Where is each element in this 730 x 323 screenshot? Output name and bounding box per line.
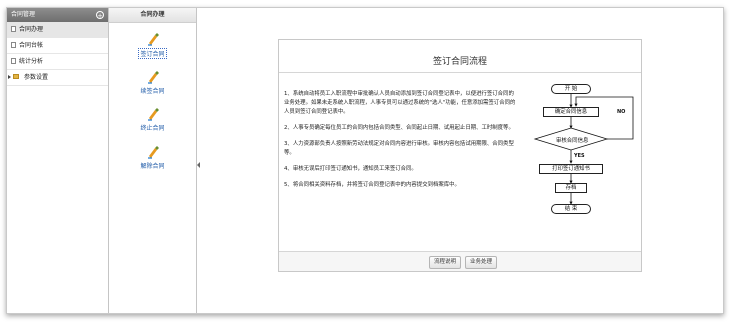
sidebar: 合同管理 + 合同办理 合同台帐 统计分析 参数设置 bbox=[7, 8, 109, 313]
action-label: 续签合同 bbox=[140, 88, 165, 95]
process-step: 2、人事专员确定每位员工的合同内包括合同类型、合同起止日期、试用起止日期、工时制… bbox=[284, 125, 514, 131]
expand-arrow-icon[interactable] bbox=[8, 75, 11, 79]
flow-print-step: 打印签订通知书 bbox=[539, 164, 603, 174]
process-step: 3、人力资源部负责人按照新劳动法规定对合同内容进行审核。审核内容包括试用期限、合… bbox=[284, 141, 514, 156]
action-label: 解除合同 bbox=[140, 163, 165, 170]
process-step: 4、审核无误后打印签订通知书，通知员工来签订合同。 bbox=[284, 166, 417, 172]
pen-icon bbox=[147, 146, 159, 159]
document-icon bbox=[11, 42, 16, 48]
sidebar-item-parameter-settings[interactable]: 参数设置 bbox=[7, 70, 108, 86]
process-step: 5、将合同相关资料存档，并将签订合同登记表中的内容提交到档案库中。 bbox=[284, 182, 460, 188]
sidebar-item-label: 合同台帐 bbox=[19, 42, 44, 49]
sign-contract-action[interactable]: 签订合同 bbox=[109, 32, 196, 59]
contract-actions-panel: 合同办理 签订合同 续签合同 终止合同 解除合同 bbox=[109, 8, 197, 313]
divider bbox=[279, 72, 641, 73]
panel-title: 合同办理 bbox=[109, 8, 196, 23]
flow-review-step: 审核合同信息 bbox=[556, 138, 589, 144]
flow-end: 结 束 bbox=[551, 204, 591, 214]
flow-confirm-step: 确定合同信息 bbox=[543, 107, 599, 117]
action-label: 签订合同 bbox=[138, 48, 167, 59]
action-label: 终止合同 bbox=[140, 125, 165, 132]
business-handling-button[interactable]: 业务处理 bbox=[465, 256, 498, 269]
folder-icon bbox=[13, 74, 19, 79]
sidebar-item-contract-ledger[interactable]: 合同台帐 bbox=[7, 38, 108, 54]
collapse-panel-handle[interactable] bbox=[197, 160, 200, 170]
sidebar-item-statistics[interactable]: 统计分析 bbox=[7, 54, 108, 70]
contract-process-card: 签订合同流程 1、系统自动将员工入职流程中审批确认人员自动添加到签订合同登记表中… bbox=[278, 39, 642, 272]
sidebar-item-label: 参数设置 bbox=[24, 74, 49, 81]
app-window: 合同管理 + 合同办理 合同台帐 统计分析 参数设置 合同办理 签订合同 续签合… bbox=[6, 7, 724, 314]
pen-icon bbox=[147, 33, 159, 46]
pen-icon bbox=[147, 108, 159, 121]
flow-no-label: NO bbox=[617, 109, 626, 115]
plus-circle-icon[interactable]: + bbox=[96, 11, 104, 20]
sidebar-header: 合同管理 + bbox=[7, 8, 108, 22]
card-title: 签订合同流程 bbox=[432, 57, 487, 67]
pen-icon bbox=[147, 71, 159, 84]
process-steps: 1、系统自动将员工入职流程中审批确认人员自动添加到签订合同登记表中，以便进行签订… bbox=[284, 90, 517, 197]
card-footer: 流程说明 业务处理 bbox=[279, 251, 641, 271]
renew-contract-action[interactable]: 续签合同 bbox=[109, 70, 196, 95]
sidebar-item-label: 统计分析 bbox=[19, 58, 44, 65]
terminate-contract-action[interactable]: 终止合同 bbox=[109, 107, 196, 132]
process-description-button[interactable]: 流程说明 bbox=[429, 256, 462, 269]
flow-start: 开 始 bbox=[551, 84, 591, 94]
sidebar-title: 合同管理 bbox=[11, 11, 36, 18]
flow-archive-step: 存档 bbox=[555, 183, 587, 193]
flow-yes-label: YES bbox=[574, 153, 585, 159]
document-icon bbox=[11, 58, 16, 64]
process-step: 1、系统自动将员工入职流程中审批确认人员自动添加到签订合同登记表中，以便进行签订… bbox=[284, 91, 516, 115]
process-flowchart: 开 始 确定合同信息 审核合同信息 NO YES 打印签订通知书 存档 结 束 bbox=[524, 84, 636, 242]
document-icon bbox=[11, 26, 16, 32]
sidebar-item-contract-handling[interactable]: 合同办理 bbox=[7, 22, 108, 38]
sidebar-item-label: 合同办理 bbox=[19, 26, 44, 33]
dissolve-contract-action[interactable]: 解除合同 bbox=[109, 145, 196, 170]
